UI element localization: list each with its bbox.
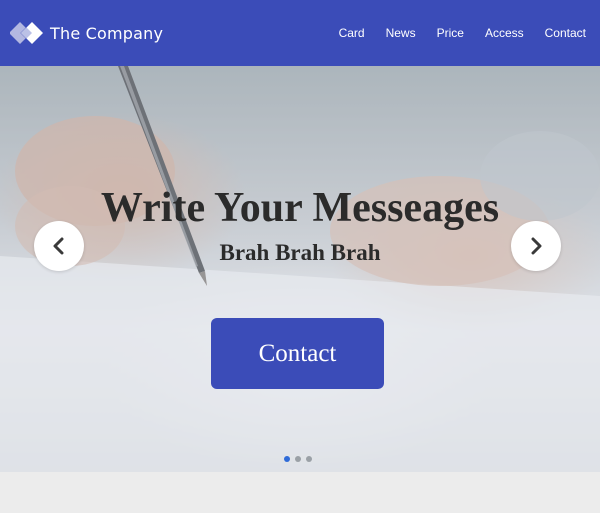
carousel-dot-2[interactable] — [295, 456, 301, 462]
page-content-area — [0, 472, 600, 513]
chevron-right-icon — [531, 237, 542, 255]
brand-name: The Company — [50, 23, 164, 43]
carousel-next-button[interactable] — [511, 221, 561, 271]
hero-title: Write Your Messeages — [100, 185, 500, 231]
nav-card[interactable]: Card — [339, 26, 365, 40]
hero-overlay — [0, 66, 600, 472]
carousel-prev-button[interactable] — [34, 221, 84, 271]
main-nav: Card News Price Access Contact — [318, 0, 586, 66]
contact-button[interactable]: Contact — [211, 318, 384, 389]
hero-subtitle: Brah Brah Brah — [219, 240, 381, 265]
chevron-left-icon — [53, 237, 64, 255]
site-header: The Company Card News Price Access Conta… — [0, 0, 600, 66]
nav-price[interactable]: Price — [437, 26, 464, 40]
diamond-logo-icon — [10, 19, 46, 47]
carousel-dot-1[interactable] — [284, 456, 290, 462]
brand-logo[interactable]: The Company — [10, 19, 163, 47]
nav-contact[interactable]: Contact — [545, 26, 586, 40]
carousel-dot-3[interactable] — [306, 456, 312, 462]
hero-carousel: Write Your Messeages Brah Brah Brah Cont… — [0, 66, 600, 472]
carousel-indicators — [284, 456, 317, 462]
nav-news[interactable]: News — [386, 26, 416, 40]
nav-access[interactable]: Access — [485, 26, 524, 40]
